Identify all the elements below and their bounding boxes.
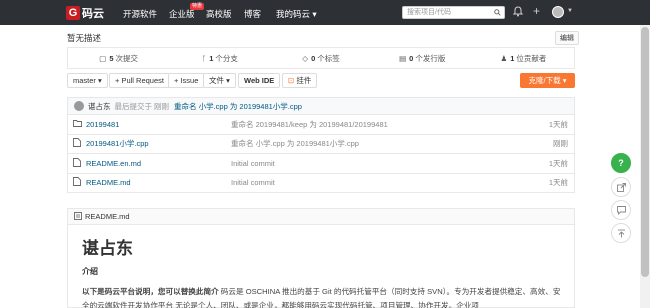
stat-count: 1 bbox=[209, 53, 214, 63]
stat-label: 次提交 bbox=[115, 53, 138, 63]
file-commit-message[interactable]: 重命名 小学.cpp 为 20199481小学.cpp bbox=[231, 138, 553, 149]
stat-count: 1 bbox=[510, 53, 515, 63]
file-commit-message[interactable]: Initial commit bbox=[231, 159, 549, 168]
clone-download-button[interactable]: 克隆/下载 ▾ bbox=[520, 73, 575, 88]
readme-panel: README.md 谌占东 介绍 以下是码云平台说明，您可以替换此简介 码云是 … bbox=[67, 208, 575, 308]
file-commit-message[interactable]: 重命名 20199481/keep 为 20199481/20199481 bbox=[231, 119, 549, 130]
issue-button[interactable]: + Issue bbox=[168, 73, 205, 88]
stat-count: 0 bbox=[311, 53, 316, 63]
stat-count: 0 bbox=[409, 53, 414, 63]
user-avatar[interactable] bbox=[552, 6, 564, 18]
file-row[interactable]: 20199481小学.cpp 重命名 小学.cpp 为 20199481小学.c… bbox=[67, 134, 575, 154]
file-name[interactable]: README.en.md bbox=[86, 159, 231, 168]
file-list: 20199481 重命名 20199481/keep 为 20199481/20… bbox=[67, 115, 575, 193]
stat-label: 个发行版 bbox=[415, 53, 446, 63]
file-time: 刚刚 bbox=[553, 139, 568, 149]
stat-label: 个标签 bbox=[317, 53, 340, 63]
file-icon bbox=[68, 157, 86, 169]
plus-icon[interactable]: + bbox=[533, 4, 540, 18]
file-time: 1天前 bbox=[548, 178, 568, 188]
file-row[interactable]: 20199481 重命名 20199481/keep 为 20199481/20… bbox=[67, 115, 575, 135]
stat-tags[interactable]: ◇ 0 个标签 bbox=[270, 48, 371, 68]
file-time: 1天前 bbox=[548, 158, 568, 168]
file-time: 1天前 bbox=[548, 119, 568, 129]
edit-button[interactable]: 编辑 bbox=[555, 31, 579, 45]
readme-file-icon bbox=[74, 211, 82, 222]
folder-icon bbox=[68, 119, 86, 129]
file-commit-message[interactable]: Initial commit bbox=[231, 178, 549, 187]
stat-count: 5 bbox=[109, 53, 114, 63]
stat-branches[interactable]: ᚴ 1 个分支 bbox=[169, 48, 270, 68]
readme-header: README.md bbox=[68, 209, 574, 225]
search-placeholder: 搜索项目/代码 bbox=[407, 9, 451, 16]
branch-select[interactable]: master ▾ bbox=[67, 73, 108, 88]
readme-title: 谌占东 bbox=[82, 239, 133, 258]
file-menu-button[interactable]: 文件 ▾ bbox=[203, 73, 236, 88]
widget-label: 挂件 bbox=[296, 76, 312, 85]
branch-icon: ᚴ bbox=[201, 53, 207, 63]
stat-label: 位贡献者 bbox=[516, 53, 547, 63]
pull-request-button[interactable]: + Pull Request bbox=[109, 73, 170, 88]
back-to-top-icon[interactable] bbox=[611, 223, 631, 243]
scrollbar-thumb[interactable] bbox=[641, 27, 649, 277]
stat-contributors[interactable]: ♟ 1 位贡献者 bbox=[473, 48, 574, 68]
chevron-down-icon[interactable]: ▼ bbox=[567, 8, 573, 14]
contributors-icon: ♟ bbox=[500, 53, 508, 63]
commits-icon: ▢ bbox=[99, 53, 107, 63]
tag-icon: ◇ bbox=[302, 53, 309, 63]
bell-icon[interactable] bbox=[512, 6, 524, 20]
stat-releases[interactable]: ▤ 0 个发行版 bbox=[372, 48, 473, 68]
file-name[interactable]: 20199481 bbox=[86, 120, 231, 129]
file-name[interactable]: 20199481小学.cpp bbox=[86, 138, 231, 149]
help-button[interactable]: ? bbox=[611, 153, 631, 173]
readme-subtitle: 介绍 bbox=[82, 267, 98, 276]
logo-g-icon: G bbox=[66, 6, 80, 20]
file-icon bbox=[68, 177, 86, 188]
readme-bold-text: 以下是码云平台说明，您可以替换此简介 bbox=[82, 287, 219, 296]
file-row[interactable]: README.en.md Initial commit 1天前 bbox=[67, 154, 575, 174]
readme-filename: README.md bbox=[85, 212, 130, 221]
bookmark-icon: ⊡ bbox=[288, 76, 295, 85]
commit-author[interactable]: 谌占东 bbox=[88, 101, 111, 112]
search-icon[interactable] bbox=[494, 9, 501, 20]
stat-commits[interactable]: ▢ 5 次提交 bbox=[68, 48, 169, 68]
file-row[interactable]: README.md Initial commit 1天前 bbox=[67, 173, 575, 193]
nav-my-gitee[interactable]: 我的码云 ▾ bbox=[276, 8, 317, 20]
file-icon bbox=[68, 138, 86, 149]
nav-open-source[interactable]: 开源软件 bbox=[123, 8, 157, 20]
commit-message[interactable]: 重命名 小学.cpp 为 20199481小学.cpp bbox=[174, 101, 302, 112]
logo-text: 码云 bbox=[82, 8, 104, 20]
logo[interactable]: G 码云 bbox=[66, 5, 104, 21]
readme-paragraph: 以下是码云平台说明，您可以替换此简介 码云是 OSCHINA 推出的基于 Git… bbox=[82, 285, 562, 308]
nav-university[interactable]: 高校版 bbox=[206, 8, 232, 20]
search-input[interactable]: 搜索项目/代码 bbox=[402, 6, 505, 19]
web-ide-button[interactable]: Web IDE bbox=[238, 73, 281, 88]
comment-icon[interactable] bbox=[611, 200, 631, 220]
nav-blog[interactable]: 博客 bbox=[244, 8, 261, 20]
sale-badge: 特惠 bbox=[190, 3, 205, 10]
release-icon: ▤ bbox=[399, 53, 407, 63]
repo-description: 暂无描述 bbox=[67, 33, 102, 43]
latest-commit-bar: 谌占东 最后提交于 刚刚 重命名 小学.cpp 为 20199481小学.cpp bbox=[67, 97, 575, 115]
share-icon[interactable] bbox=[611, 177, 631, 197]
commit-text: 最后提交于 bbox=[114, 101, 153, 111]
top-navbar: G 码云 开源软件 企业版 特惠 高校版 博客 我的码云 ▾ 搜索项目/代码 +… bbox=[0, 0, 650, 25]
widget-button[interactable]: ⊡ 挂件 bbox=[282, 73, 318, 88]
author-avatar[interactable] bbox=[74, 101, 84, 111]
commit-time: 刚刚 bbox=[154, 101, 169, 111]
stat-label: 个分支 bbox=[215, 53, 238, 63]
repo-stats: ▢ 5 次提交 ᚴ 1 个分支 ◇ 0 个标签 ▤ 0 个发行版 ♟ 1 位贡献者 bbox=[67, 47, 575, 69]
file-name[interactable]: README.md bbox=[86, 178, 231, 187]
